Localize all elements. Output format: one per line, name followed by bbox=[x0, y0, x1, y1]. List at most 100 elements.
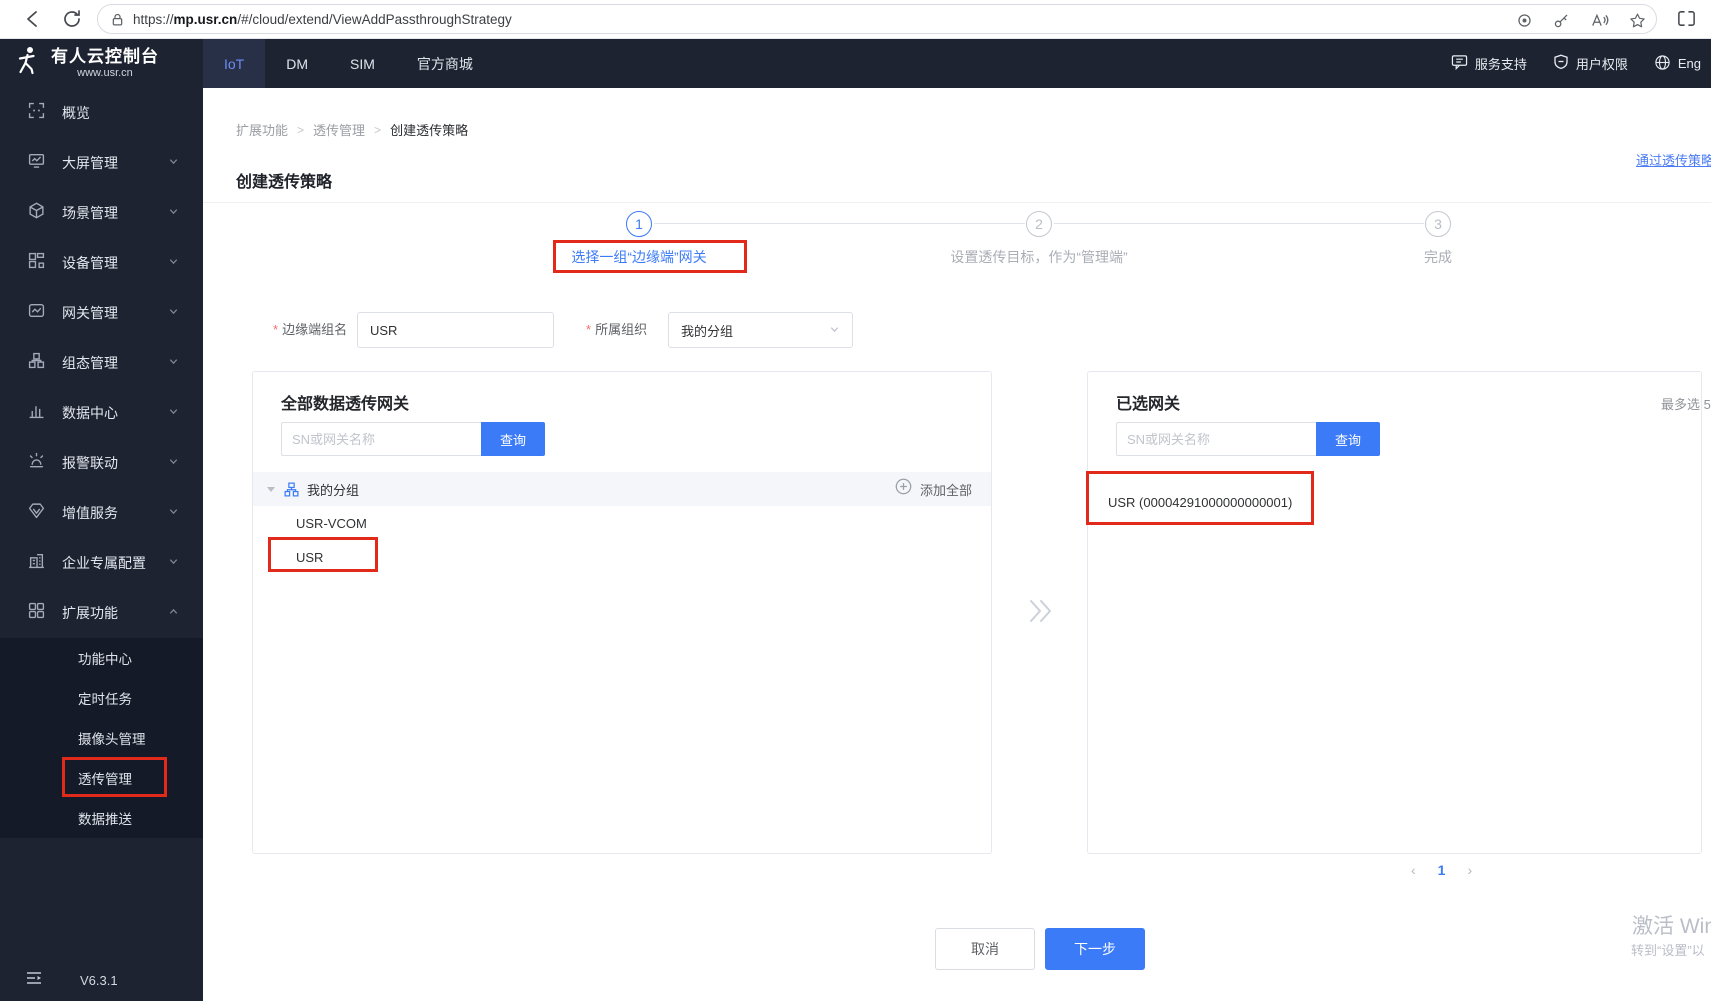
top-navbar: 有人云控制台 www.usr.cn IoT DM SIM 官方商城 服务支持 用… bbox=[0, 39, 1711, 88]
password-key-icon[interactable] bbox=[1553, 12, 1570, 29]
sidebar: 概览 大屏管理 场景管理 设备管理 网关管理 组态管理 数据中心 报警联动 增值… bbox=[0, 88, 203, 1001]
tree-collapse-caret-icon[interactable] bbox=[267, 486, 275, 492]
step-connector bbox=[1054, 223, 1424, 224]
selected-search-input[interactable] bbox=[1116, 422, 1316, 456]
add-all-button[interactable]: 添加全部 bbox=[920, 480, 972, 499]
browser-bar: https://mp.usr.cn/#/cloud/extend/ViewAdd… bbox=[0, 0, 1711, 39]
sidebar-item-gateway[interactable]: 网关管理 bbox=[0, 288, 203, 338]
browser-refresh-icon[interactable] bbox=[61, 8, 83, 30]
pagination-next-icon[interactable]: › bbox=[1467, 862, 1472, 878]
selected-gateway-item[interactable]: USR (00004291000000000001) bbox=[1088, 482, 1701, 522]
pagination-page-1[interactable]: 1 bbox=[1438, 862, 1446, 878]
selected-search-button[interactable]: 查询 bbox=[1316, 422, 1380, 456]
chevron-down-icon bbox=[168, 154, 179, 172]
title-divider bbox=[203, 202, 1711, 203]
sidebar-item-alarm[interactable]: 报警联动 bbox=[0, 438, 203, 488]
chevron-down-icon bbox=[168, 254, 179, 272]
tab-sim[interactable]: SIM bbox=[329, 39, 396, 88]
geolocation-icon[interactable] bbox=[1516, 12, 1533, 29]
organization-select[interactable]: 我的分组 bbox=[668, 312, 853, 348]
breadcrumb-passthrough[interactable]: 透传管理 bbox=[313, 120, 365, 139]
all-gateways-title: 全部数据透传网关 bbox=[281, 396, 410, 413]
tab-dm[interactable]: DM bbox=[265, 39, 329, 88]
usr-person-logo-icon bbox=[13, 45, 43, 82]
breadcrumb-current: 创建透传策略 bbox=[390, 123, 469, 138]
tab-official-store[interactable]: 官方商城 bbox=[396, 39, 494, 88]
breadcrumb-extensions[interactable]: 扩展功能 bbox=[236, 120, 288, 139]
split-screen-icon[interactable] bbox=[1676, 8, 1697, 29]
top-nav-tabs: IoT DM SIM 官方商城 bbox=[203, 39, 494, 88]
brand-title: 有人云控制台 bbox=[51, 47, 159, 66]
sidebar-item-extensions[interactable]: 扩展功能 bbox=[0, 588, 203, 638]
add-all-plus-icon[interactable] bbox=[895, 478, 912, 500]
organization-label: * 所属组织 bbox=[586, 322, 648, 337]
data-center-icon bbox=[28, 402, 45, 424]
gateway-row-usr[interactable]: USR bbox=[253, 540, 991, 574]
step-3-circle: 3 bbox=[1425, 211, 1451, 237]
sidebar-item-bigscreen[interactable]: 大屏管理 bbox=[0, 138, 203, 188]
breadcrumb-separator: > bbox=[374, 122, 382, 137]
language-switch[interactable]: Eng bbox=[1654, 54, 1701, 74]
browser-back-icon[interactable] bbox=[22, 8, 44, 30]
collapse-sidebar-icon[interactable] bbox=[26, 971, 42, 990]
max-select-hint: 最多选 50 bbox=[1661, 397, 1711, 412]
main-content: 扩展功能 > 透传管理 > 创建透传策略 通过透传策略 创建透传策略 1 2 3… bbox=[203, 88, 1711, 1001]
sidebar-item-overview[interactable]: 概览 bbox=[0, 88, 203, 138]
submenu-item-scheduled-tasks[interactable]: 定时任务 bbox=[0, 678, 203, 718]
support-link[interactable]: 服务支持 bbox=[1451, 54, 1527, 73]
gateway-row-usr-vcom[interactable]: USR-VCOM bbox=[253, 506, 991, 540]
sidebar-item-value-added[interactable]: 增值服务 bbox=[0, 488, 203, 538]
sidebar-item-device[interactable]: 设备管理 bbox=[0, 238, 203, 288]
step-1-circle: 1 bbox=[626, 211, 652, 237]
sidebar-item-enterprise[interactable]: 企业专属配置 bbox=[0, 538, 203, 588]
step-1-label: 选择一组“边缘端”网关 bbox=[571, 249, 707, 265]
required-asterisk: * bbox=[273, 322, 279, 337]
sidebar-footer: V6.3.1 bbox=[0, 965, 203, 995]
cancel-button[interactable]: 取消 bbox=[935, 928, 1035, 970]
gateway-group-row[interactable]: 我的分组 添加全部 bbox=[253, 472, 991, 506]
big-screen-icon bbox=[28, 152, 45, 174]
submenu-item-function-center[interactable]: 功能中心 bbox=[0, 638, 203, 678]
submenu-item-camera-management[interactable]: 摄像头管理 bbox=[0, 718, 203, 758]
address-bar[interactable]: https://mp.usr.cn/#/cloud/extend/ViewAdd… bbox=[97, 4, 1657, 34]
sidebar-item-datacenter[interactable]: 数据中心 bbox=[0, 388, 203, 438]
next-step-button[interactable]: 下一步 bbox=[1045, 928, 1145, 970]
read-aloud-icon[interactable] bbox=[1590, 12, 1609, 29]
windows-activation-watermark-line1: 激活 Win bbox=[1632, 915, 1711, 938]
submenu-item-passthrough-management[interactable]: 透传管理 bbox=[0, 758, 203, 798]
chevron-down-icon bbox=[168, 454, 179, 472]
gateway-icon bbox=[28, 302, 45, 324]
sidebar-item-scene[interactable]: 场景管理 bbox=[0, 188, 203, 238]
version-label: V6.3.1 bbox=[80, 972, 118, 988]
chevron-down-icon bbox=[168, 404, 179, 422]
overview-icon bbox=[28, 102, 45, 124]
step-2-circle: 2 bbox=[1026, 211, 1052, 237]
sidebar-item-configuration[interactable]: 组态管理 bbox=[0, 338, 203, 388]
submenu-item-data-push[interactable]: 数据推送 bbox=[0, 798, 203, 838]
selected-gateways-panel: 已选网关 最多选 50 查询 USR (00004291000000000001… bbox=[1087, 371, 1711, 854]
brand-domain: www.usr.cn bbox=[77, 67, 133, 79]
lock-icon bbox=[110, 12, 125, 27]
chevron-down-icon bbox=[168, 204, 179, 222]
chevron-down-icon bbox=[168, 504, 179, 522]
user-permissions-link[interactable]: 用户权限 bbox=[1553, 54, 1628, 73]
chevron-down-icon bbox=[829, 323, 840, 338]
all-gateways-panel: 全部数据透传网关 查询 我的分组 添加全部 USR-VCOM USR bbox=[252, 371, 992, 854]
scene-icon bbox=[28, 202, 45, 224]
shield-icon bbox=[1553, 54, 1569, 73]
brand-logo[interactable]: 有人云控制台 www.usr.cn bbox=[0, 39, 203, 88]
required-asterisk: * bbox=[586, 322, 592, 337]
edge-group-name-input[interactable] bbox=[357, 312, 554, 348]
device-icon bbox=[28, 252, 45, 274]
value-added-icon bbox=[28, 502, 45, 524]
transfer-right-double-chevron-icon[interactable] bbox=[1027, 598, 1055, 629]
edge-group-name-label: * 边缘端组名 bbox=[273, 322, 348, 337]
gateway-search-input[interactable] bbox=[281, 422, 481, 456]
globe-icon bbox=[1654, 54, 1671, 74]
favorite-star-icon[interactable] bbox=[1629, 12, 1646, 29]
gateway-search-button[interactable]: 查询 bbox=[481, 422, 545, 456]
passthrough-help-link[interactable]: 通过透传策略 bbox=[1636, 150, 1711, 169]
chevron-up-icon bbox=[168, 604, 179, 622]
tab-iot[interactable]: IoT bbox=[203, 39, 266, 88]
pagination-prev-icon[interactable]: ‹ bbox=[1411, 862, 1416, 878]
